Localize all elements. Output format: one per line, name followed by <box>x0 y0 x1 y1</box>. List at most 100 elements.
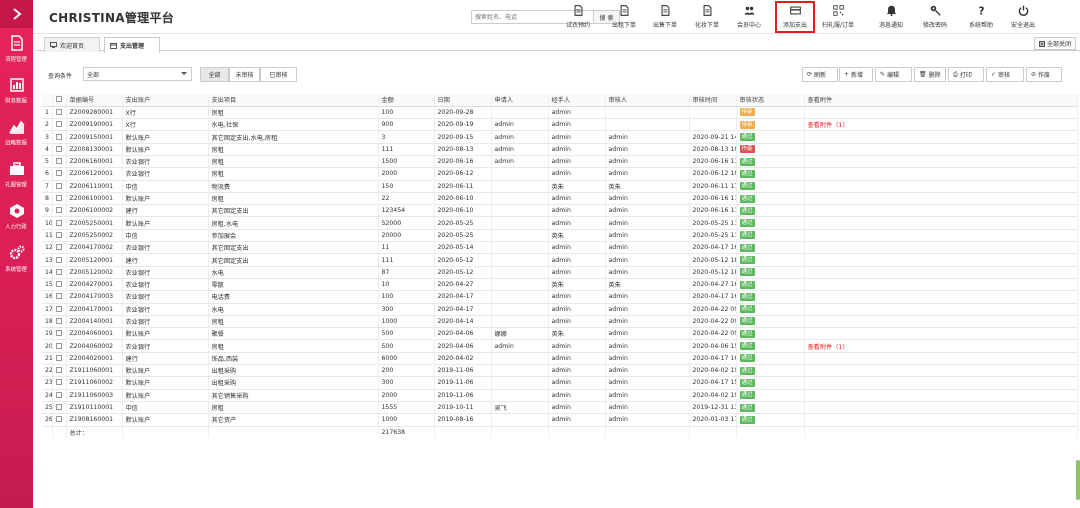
toolbar-button-9[interactable]: ? 系统帮助 <box>963 3 999 31</box>
table-row[interactable]: 4 Z2008130001 默认账户 房租 111 2020-08-13 admin admi… <box>42 143 1078 156</box>
segment-unreviewed[interactable]: 未审核 <box>229 67 260 82</box>
table-row[interactable]: 25Z1910110001中信房租15552019-10-11吴飞adminad… <box>42 401 1078 415</box>
row-select[interactable] <box>52 253 67 267</box>
row-checkbox[interactable] <box>55 416 62 423</box>
row-select[interactable] <box>52 192 67 206</box>
row-select[interactable] <box>52 413 67 427</box>
row-select[interactable] <box>52 143 67 156</box>
action-button-trash[interactable]: 🗑 删除 <box>914 67 946 82</box>
table-row[interactable]: 11 Z2005250002中信参加展会200002020-05-25 英朱admi… <box>42 229 1078 243</box>
table-row[interactable]: 24 Z1911060003默认账户其它销售采购20002019-11-06 adm… <box>42 389 1078 402</box>
toolbar-button-6[interactable]: 扫礼服/订单 <box>820 3 856 31</box>
row-checkbox[interactable] <box>55 256 62 263</box>
sidebar-item-2[interactable]: 战略数据 <box>0 112 33 154</box>
table-row[interactable]: 18 Z2004140001农业银行房租10002020-04-14 adminad… <box>42 315 1078 329</box>
table-row[interactable]: 10 Z2005250001默认账户房租,水电520002020-05-25 adm… <box>42 216 1078 230</box>
toolbar-button-2[interactable]: 出售下单 <box>647 3 683 31</box>
table-row[interactable]: 6 Z2006120001 农业银行 房租 2000 2020-06-12 admin adm… <box>42 167 1078 181</box>
row-select[interactable] <box>52 401 67 415</box>
row-checkbox[interactable] <box>55 268 62 275</box>
table-row[interactable]: 19 Z2004060001默认账户聚餐5002020-04-06娜娜英朱admi… <box>42 327 1078 341</box>
row-select[interactable] <box>52 364 67 378</box>
row-select[interactable] <box>52 241 67 255</box>
row-checkbox[interactable] <box>55 391 62 398</box>
row-checkbox[interactable] <box>55 330 62 337</box>
table-row[interactable]: 20Z2004060002农业银行房租5002020-04-06adminadm… <box>42 339 1078 353</box>
row-checkbox[interactable] <box>55 170 62 177</box>
action-button-plus[interactable]: + 新增 <box>839 67 873 82</box>
close-all-button[interactable]: 全部关闭 <box>1033 37 1076 50</box>
row-select[interactable] <box>52 266 67 279</box>
row-select[interactable] <box>52 155 67 169</box>
row-checkbox[interactable] <box>55 317 62 324</box>
view-attachment-link[interactable]: 查看附件（1） <box>808 122 849 129</box>
sidebar-item-3[interactable]: 礼服管理 <box>0 154 33 196</box>
row-checkbox[interactable] <box>55 354 62 361</box>
row-checkbox[interactable] <box>55 281 62 288</box>
row-select[interactable] <box>52 389 67 402</box>
row-select[interactable] <box>52 180 67 193</box>
table-row[interactable]: 5 Z2006160001 农业银行 房租 1500 2020-06-16 admin adm… <box>42 155 1078 169</box>
row-select[interactable] <box>52 106 67 120</box>
column-header[interactable]: 查看附件 <box>804 94 1078 107</box>
column-header[interactable]: 审核状态 <box>736 94 805 107</box>
row-checkbox[interactable] <box>55 367 62 374</box>
table-row[interactable]: 1 Z2009280001 X行 房租 100 2020-09-28 admin 待审 <box>42 106 1078 120</box>
sidebar-item-4[interactable]: 人力行政 <box>0 196 33 238</box>
toolbar-button-0[interactable]: 试衣预约 <box>560 3 596 31</box>
row-checkbox[interactable] <box>55 244 62 251</box>
row-checkbox[interactable] <box>55 379 62 386</box>
tab-welcome[interactable]: 欢迎首页 <box>44 37 100 52</box>
row-select[interactable] <box>52 303 67 316</box>
table-row[interactable]: 22 Z1911060001默认账户出租采购2002019-11-06 admina… <box>42 364 1078 378</box>
select-all-checkbox[interactable] <box>55 96 62 103</box>
segment-all[interactable]: 全部 <box>200 67 229 82</box>
row-select[interactable] <box>52 339 67 353</box>
column-header[interactable]: 支出项目 <box>208 94 379 107</box>
row-checkbox[interactable] <box>55 108 62 115</box>
table-row[interactable]: 26 Z1908160001默认账户其它资产10002019-08-16 admin… <box>42 413 1078 427</box>
column-header[interactable]: 审核时间 <box>689 94 737 107</box>
scrollbar[interactable] <box>1076 460 1080 500</box>
column-header[interactable]: 支出账户 <box>122 94 209 107</box>
table-row[interactable]: 3 Z2009150001 默认账户 其它固定支出,水电,房租 3 2020-09-15 a… <box>42 130 1078 144</box>
column-header[interactable]: 审核人 <box>605 94 690 107</box>
row-checkbox[interactable] <box>55 231 62 238</box>
sidebar-item-1[interactable]: 财务数据 <box>0 70 33 112</box>
action-button-edit[interactable]: ✎ 编辑 <box>875 67 912 82</box>
row-checkbox[interactable] <box>55 195 62 202</box>
row-checkbox[interactable] <box>55 133 62 140</box>
filter-select[interactable]: 全部 <box>83 67 192 81</box>
row-select[interactable] <box>52 229 67 243</box>
column-header[interactable]: 金额 <box>378 94 435 107</box>
row-select[interactable] <box>52 376 67 390</box>
column-header[interactable]: 单据编号 <box>66 94 123 107</box>
table-row[interactable]: 17 Z2004170001农业银行水电3002020-04-17 adminadm… <box>42 303 1078 316</box>
row-checkbox[interactable] <box>55 158 62 165</box>
row-select[interactable] <box>52 130 67 144</box>
action-button-print[interactable]: ⎙ 打印 <box>948 67 984 82</box>
action-button-refresh[interactable]: ⟳ 刷新 <box>802 67 838 82</box>
row-checkbox[interactable] <box>55 207 62 214</box>
row-select[interactable] <box>52 167 67 181</box>
sidebar-toggle-button[interactable] <box>0 0 33 28</box>
row-checkbox[interactable] <box>55 293 62 300</box>
view-attachment-link[interactable]: 查看附件（1） <box>808 344 849 351</box>
row-select[interactable] <box>52 118 67 132</box>
row-checkbox[interactable] <box>55 342 62 349</box>
column-header[interactable]: 经手人 <box>548 94 606 107</box>
toolbar-button-8[interactable]: 修改密码 <box>917 3 953 31</box>
table-row[interactable]: 8 Z2006100001 默认账户 房租 22 2020-06-10 admin admin… <box>42 192 1078 206</box>
row-checkbox[interactable] <box>55 145 62 152</box>
table-row[interactable]: 23 Z1911060002默认账户出租采购3002019-11-06 admina… <box>42 376 1078 390</box>
segment-reviewed[interactable]: 已审核 <box>260 67 297 82</box>
table-row[interactable]: 13 Z2005120001建行其它固定支出1112020-05-12 admina… <box>42 253 1078 267</box>
row-select[interactable] <box>52 204 67 218</box>
toolbar-button-3[interactable]: 化妆下单 <box>689 3 725 31</box>
table-row[interactable]: 2 Z2009190001 X行 水电,社保 900 2020-09-19 admin adm… <box>42 118 1078 132</box>
toolbar-button-7[interactable]: 消息通知 <box>873 3 909 31</box>
row-checkbox[interactable] <box>55 305 62 312</box>
row-select[interactable] <box>52 216 67 230</box>
tab-expense-management[interactable]: 支出管理 <box>104 37 160 53</box>
table-row[interactable]: 16 Z2004170003农业银行电话费1002020-04-17 adminad… <box>42 290 1078 304</box>
